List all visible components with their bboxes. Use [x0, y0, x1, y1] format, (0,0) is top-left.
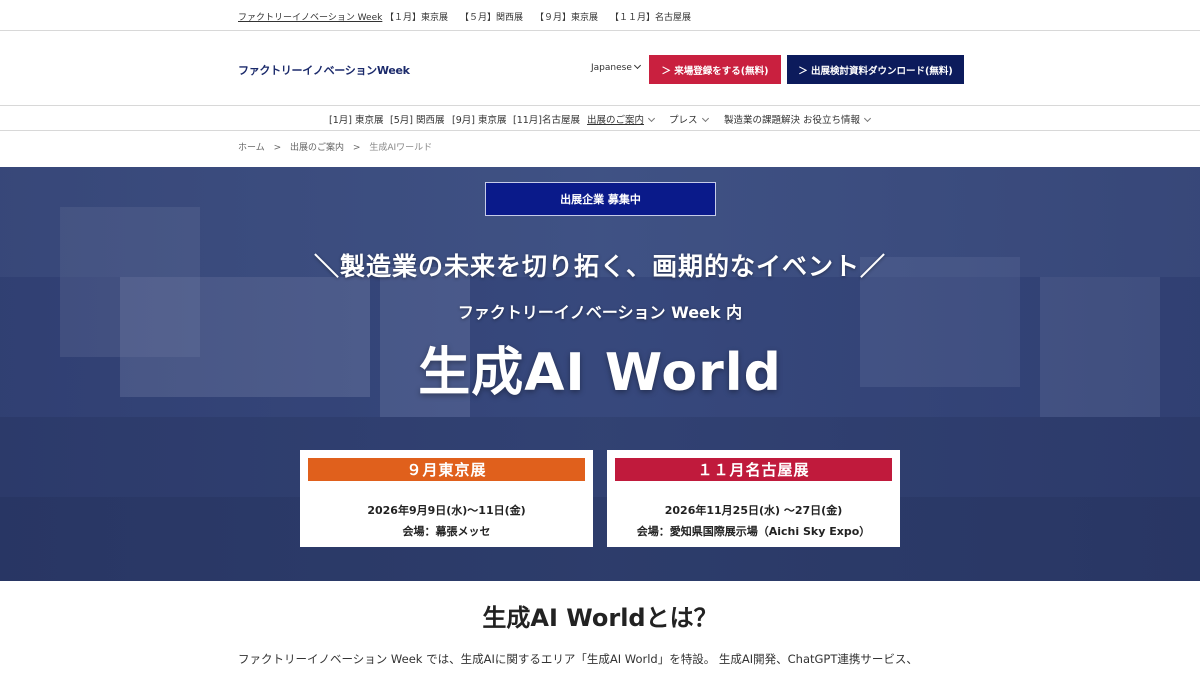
nav-item-press-label: プレス — [669, 115, 698, 126]
event-card-venue: 会場：愛知県国際展示場（Aichi Sky Expo） — [636, 525, 871, 538]
site-logo[interactable]: ファクトリーイノベーションWeek — [238, 62, 410, 78]
main-nav: [1月] 東京展 [5月] 関西展 [9月] 東京展 [11月]名古屋展 出展の… — [0, 107, 1200, 131]
event-card-nagoya[interactable]: １１月名古屋展 2026年11月25日(水) ～27日(金) 会場：愛知県国際展… — [607, 450, 900, 547]
topbar-link-sep-tokyo[interactable]: 【９月】東京展 — [535, 10, 598, 23]
language-selector[interactable]: Japanese — [591, 61, 641, 73]
nav-item-solutions[interactable]: 製造業の課題解決 お役立ち情報 — [724, 112, 872, 126]
exhibitor-recruit-button[interactable]: 出展企業 募集中 — [485, 182, 716, 216]
visitor-register-button[interactable]: ＞ 来場登録をする(無料) — [649, 55, 781, 84]
hero-tagline: ＼製造業の未来を切り拓く、画期的なイベント／ — [313, 252, 886, 281]
nav-item-exhibit-guide[interactable]: 出展のご案内 — [587, 112, 656, 126]
topbar-link-fiw[interactable]: ファクトリーイノベーション Week — [238, 10, 382, 23]
chevron-down-icon — [863, 114, 872, 123]
exhibitor-download-button[interactable]: ＞ 出展検討資料ダウンロード(無料) — [787, 55, 964, 84]
event-card-date: 2026年11月25日(水) ～27日(金) — [664, 504, 843, 517]
event-card-tokyo[interactable]: ９月東京展 2026年9月9日(水)～11日(金) 会場：幕張メッセ — [300, 450, 593, 547]
chevron-down-icon — [647, 114, 656, 123]
nav-item-press[interactable]: プレス — [669, 112, 709, 126]
nav-item-jan-tokyo[interactable]: [1月] 東京展 — [329, 112, 383, 126]
topbar-link-may-kansai[interactable]: 【５月】関西展 — [460, 10, 523, 23]
site-header: ファクトリーイノベーションWeek Japanese ＞ 来場登録をする(無料)… — [0, 32, 1200, 106]
about-heading: 生成AI Worldとは？ — [482, 604, 718, 632]
about-paragraph: ファクトリーイノベーション Week では、生成AIに関するエリア「生成AI W… — [238, 652, 918, 666]
nav-item-exhibit-guide-label: 出展のご案内 — [587, 115, 645, 126]
breadcrumb-home[interactable]: ホーム — [238, 143, 265, 153]
hero-banner: 出展企業 募集中 ＼製造業の未来を切り拓く、画期的なイベント／ ファクトリーイノ… — [0, 167, 1200, 581]
hero-subtitle: ファクトリーイノベーション Week 内 — [457, 303, 743, 322]
nav-item-sep-tokyo[interactable]: [9月] 東京展 — [452, 112, 506, 126]
nav-item-may-kansai[interactable]: [5月] 関西展 — [390, 112, 444, 126]
chevron-down-icon — [633, 61, 641, 70]
event-card-label: １１月名古屋展 — [615, 458, 892, 481]
breadcrumb-exhibit-guide[interactable]: 出展のご案内 — [290, 143, 344, 153]
event-card-label: ９月東京展 — [308, 458, 585, 481]
topbar-link-jan-tokyo[interactable]: 【１月】東京展 — [385, 10, 448, 23]
chevron-down-icon — [701, 114, 709, 123]
breadcrumb-separator: > — [273, 143, 282, 153]
nav-item-solutions-label: 製造業の課題解決 お役立ち情報 — [724, 115, 861, 126]
nav-item-nov-nagoya[interactable]: [11月]名古屋展 — [513, 112, 580, 126]
event-card-venue: 会場：幕張メッセ — [402, 525, 491, 538]
breadcrumb-separator: > — [352, 143, 361, 153]
language-label: Japanese — [591, 63, 632, 73]
breadcrumb-current: 生成AIワールド — [369, 143, 433, 153]
hero-title: 生成AI World — [418, 343, 782, 403]
topbar-link-nov-nagoya[interactable]: 【１１月】名古屋展 — [610, 10, 691, 23]
event-card-date: 2026年9月9日(水)～11日(金) — [367, 504, 526, 517]
breadcrumb: ホーム > 出展のご案内 > 生成AIワールド — [238, 140, 438, 153]
top-link-bar: ファクトリーイノベーション Week 【１月】東京展 【５月】関西展 【９月】東… — [0, 0, 1200, 31]
